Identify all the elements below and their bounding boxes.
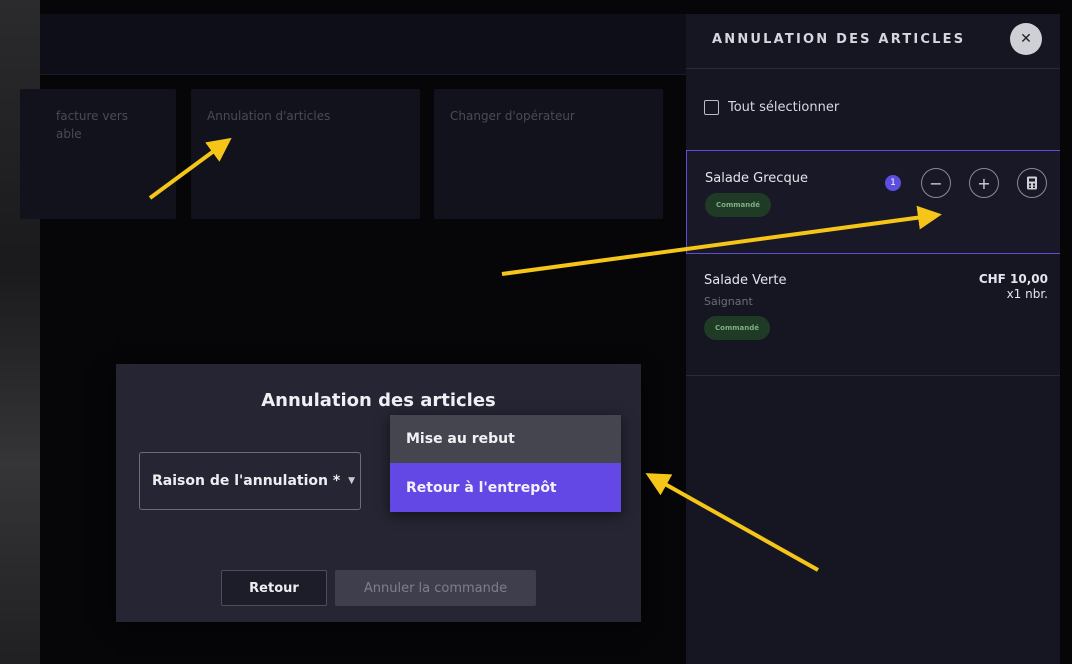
calculator-icon [1027, 176, 1037, 190]
tile-cancel-items-label: Annulation d'articles [207, 109, 331, 123]
tile-change-operator[interactable]: Changer d'opérateur [434, 89, 663, 219]
status-badge: Commandé [704, 316, 770, 340]
quantity-badge: 1 [885, 175, 901, 191]
close-icon: ✕ [1020, 31, 1032, 47]
tile-cancel-items[interactable]: Annulation d'articles [191, 89, 420, 219]
reason-label: Raison de l'annulation * [152, 473, 341, 489]
tile-invoice[interactable]: facture vers able [20, 89, 176, 219]
panel-title: ANNULATION DES ARTICLES [712, 32, 966, 47]
caret-down-icon: ▼ [348, 476, 356, 486]
top-bar [40, 14, 686, 75]
plus-icon: + [977, 173, 991, 193]
item-modifier: Saignant [704, 295, 753, 308]
quantity-text: x1 nbr. [1006, 287, 1048, 301]
status-badge: Commandé [705, 193, 771, 217]
option-return-warehouse[interactable]: Retour à l'entrepôt [390, 463, 621, 512]
checkbox-icon[interactable] [704, 100, 719, 115]
dialog-title: Annulation des articles [261, 390, 496, 411]
decrement-button[interactable]: − [921, 168, 951, 198]
close-button[interactable]: ✕ [1010, 23, 1042, 55]
reason-dropdown: Mise au rebut Retour à l'entrepôt [390, 415, 621, 512]
tile-change-operator-label: Changer d'opérateur [450, 109, 575, 123]
increment-button[interactable]: + [969, 168, 999, 198]
tile-invoice-label: facture vers able [56, 109, 129, 141]
panel-header: ANNULATION DES ARTICLES ✕ [686, 14, 1060, 69]
back-button[interactable]: Retour [221, 570, 327, 606]
item-name: Salade Verte [704, 273, 787, 288]
select-all-label: Tout sélectionner [728, 100, 840, 115]
option-discard[interactable]: Mise au rebut [390, 415, 621, 463]
calculator-button[interactable] [1017, 168, 1047, 198]
minus-icon: − [929, 173, 943, 193]
cancel-order-button[interactable]: Annuler la commande [335, 570, 536, 606]
list-item[interactable]: Salade Verte Saignant Commandé CHF 10,00… [686, 254, 1060, 376]
price-value: CHF 10,00 [978, 272, 1048, 286]
list-item[interactable]: Salade Grecque Commandé 1 − + [686, 150, 1060, 254]
item-price: CHF 10,00 x1 nbr. [979, 272, 1048, 302]
cancel-items-dialog: Annulation des articles Raison de l'annu… [116, 364, 641, 622]
reason-select[interactable]: Raison de l'annulation * ▼ [139, 452, 361, 510]
action-tiles: facture vers able Annulation d'articles … [20, 89, 686, 219]
select-all-checkbox[interactable]: Tout sélectionner [704, 100, 839, 115]
item-name: Salade Grecque [705, 171, 808, 186]
cancel-items-panel: ANNULATION DES ARTICLES ✕ Tout sélection… [686, 14, 1060, 664]
